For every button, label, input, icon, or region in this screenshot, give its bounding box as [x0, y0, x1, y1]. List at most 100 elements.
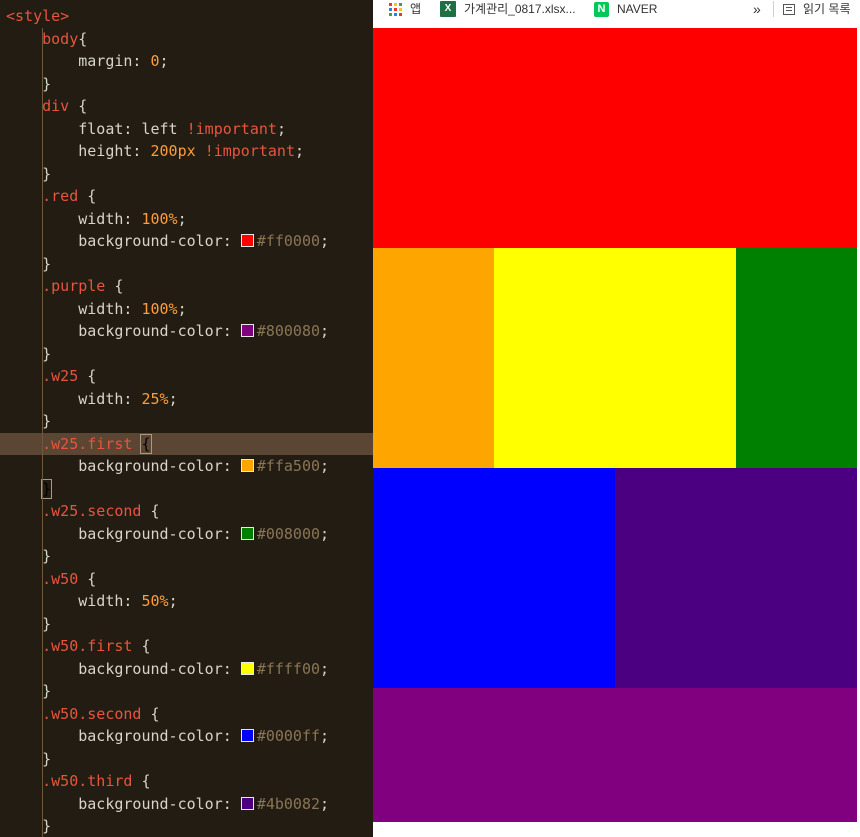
color-swatch[interactable] — [240, 729, 254, 742]
code-line[interactable]: height: 200px !important; — [0, 140, 373, 162]
code-token: { — [141, 704, 160, 723]
code-token: } — [42, 547, 52, 565]
code-token: ; — [168, 389, 178, 408]
color-swatch[interactable] — [240, 234, 254, 247]
code-line[interactable]: background-color: #ff0000; — [0, 230, 373, 252]
blue-block — [373, 468, 615, 688]
code-token: } — [42, 344, 52, 363]
color-swatch[interactable] — [240, 324, 254, 337]
apps-grid-icon — [389, 2, 402, 16]
code-line[interactable]: } — [0, 343, 373, 365]
code-line[interactable]: } — [0, 478, 373, 500]
excel-bookmark[interactable]: X 가계관리_0817.xlsx... — [440, 0, 576, 18]
code-line[interactable]: .purple { — [0, 275, 373, 297]
code-token: } — [42, 614, 52, 633]
code-line[interactable]: } — [0, 815, 373, 837]
purple-block — [373, 688, 857, 822]
code-token: .w50.second — [42, 704, 142, 723]
code-line[interactable]: background-color: #4b0082; — [0, 793, 373, 815]
code-line[interactable]: width: 25%; — [0, 388, 373, 410]
code-line[interactable]: margin: 0; — [0, 50, 373, 72]
apps-bookmark[interactable]: 앱 — [389, 0, 421, 18]
code-token: .w25.second — [42, 502, 142, 520]
color-swatch[interactable] — [240, 459, 254, 472]
code-token: float: left — [78, 119, 187, 138]
code-line[interactable]: .red { — [0, 185, 373, 207]
color-swatch[interactable] — [240, 796, 254, 810]
bookmarks-separator — [773, 1, 774, 17]
code-token: background-color: — [78, 322, 241, 340]
code-line[interactable]: } — [0, 748, 373, 770]
code-line[interactable]: width: 50%; — [0, 590, 373, 612]
code-line[interactable]: <style> — [0, 5, 373, 27]
naver-icon: N — [594, 1, 609, 17]
code-token: #0000ff — [256, 727, 321, 745]
code-line[interactable]: .w50.first { — [0, 635, 373, 657]
code-line[interactable]: background-color: #008000; — [0, 523, 373, 545]
code-token: ; — [295, 142, 305, 160]
excel-bookmark-label: 가계관리_0817.xlsx... — [464, 2, 576, 16]
code-line[interactable]: } — [0, 410, 373, 432]
code-line[interactable]: .w50.third { — [0, 770, 373, 792]
code-token: .w50.first — [42, 637, 133, 655]
code-line[interactable]: } — [0, 613, 373, 635]
code-line[interactable]: float: left !important; — [0, 118, 373, 140]
code-line[interactable]: } — [0, 680, 373, 702]
code-line[interactable]: div { — [0, 95, 373, 117]
code-token: ; — [177, 299, 187, 318]
code-line[interactable]: } — [0, 163, 373, 185]
code-line[interactable]: } — [0, 545, 373, 567]
code-line[interactable]: .w25.second { — [0, 500, 373, 522]
code-editor[interactable]: <style> body{ margin: 0; } div { float: … — [0, 0, 373, 837]
indent-guide — [42, 27, 44, 837]
code-token: } — [42, 254, 52, 273]
code-token: .w25.first — [42, 434, 133, 453]
code-token: ; — [320, 524, 330, 543]
code-token: background-color: — [78, 727, 241, 745]
code-line[interactable]: .w25 { — [0, 365, 373, 387]
code-line[interactable]: background-color: #ffa500; — [0, 455, 373, 477]
code-token: margin: — [78, 52, 151, 70]
code-line[interactable]: background-color: #0000ff; — [0, 725, 373, 747]
code-line[interactable]: } — [0, 253, 373, 275]
code-token: ; — [320, 727, 330, 745]
code-line[interactable]: width: 100%; — [0, 298, 373, 320]
code-token: 0 — [150, 52, 160, 70]
color-swatch[interactable] — [240, 661, 254, 675]
code-token: #4b0082 — [256, 794, 321, 813]
code-token: ; — [276, 119, 286, 138]
code-token: #ff0000 — [256, 232, 321, 250]
code-line[interactable]: background-color: #ffff00; — [0, 658, 373, 680]
naver-bookmark[interactable]: N NAVER — [594, 0, 657, 18]
code-token: 100% — [141, 299, 178, 318]
code-token: background-color: — [78, 524, 241, 543]
reading-list-button[interactable]: 읽기 목록 — [783, 0, 851, 18]
browser-window: 앱 X 가계관리_0817.xlsx... N NAVER » 읽기 목록 — [373, 0, 860, 837]
code-token: ; — [168, 592, 178, 610]
code-line[interactable]: } — [0, 73, 373, 95]
code-line[interactable]: width: 100%; — [0, 208, 373, 230]
code-token: <style> — [6, 7, 70, 25]
code-token: width: — [78, 209, 142, 228]
code-line[interactable]: body{ — [0, 28, 373, 50]
code-line[interactable]: background-color: #800080; — [0, 320, 373, 342]
code-token: { — [69, 97, 88, 115]
code-token: 100% — [141, 209, 178, 228]
more-bookmarks-button[interactable]: » — [753, 0, 761, 18]
color-swatch[interactable] — [240, 526, 254, 540]
code-token: { — [132, 637, 151, 655]
code-line[interactable]: .w25.first { — [0, 432, 373, 455]
code-line[interactable]: .w50 { — [0, 568, 373, 590]
naver-bookmark-label: NAVER — [617, 2, 658, 16]
code-line[interactable]: .w50.second { — [0, 703, 373, 725]
code-token: ; — [320, 659, 330, 678]
